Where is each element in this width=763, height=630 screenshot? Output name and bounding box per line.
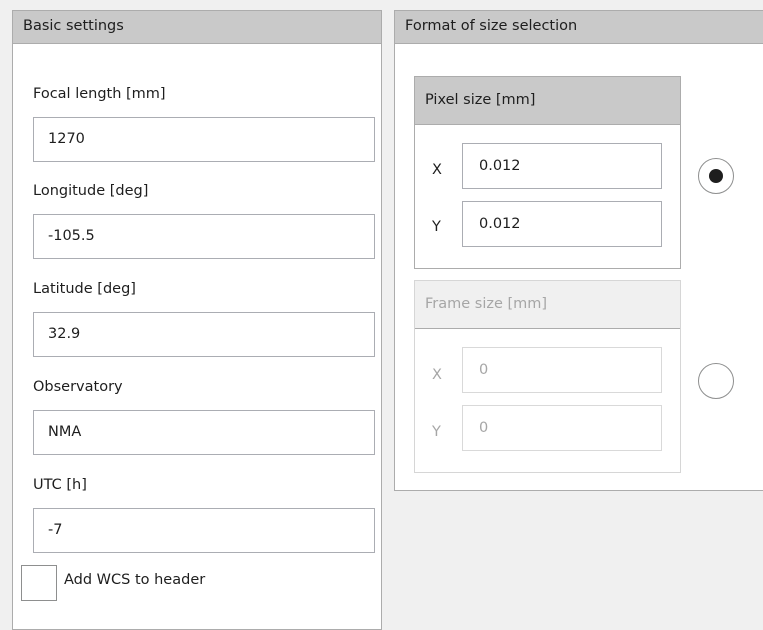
basic-settings-header: Basic settings (13, 11, 381, 44)
latitude-input[interactable]: 32.9 (33, 312, 375, 357)
pixel-size-x-input[interactable]: 0.012 (462, 143, 662, 189)
pixel-size-group: Pixel size [mm] X 0.012 Y 0.012 (414, 76, 681, 269)
basic-settings-group: Basic settings Focal length [mm] 1270 Lo… (12, 10, 382, 630)
format-of-size-selection-group: Format of size selection Pixel size [mm]… (394, 10, 763, 491)
pixel-size-x-label: X (432, 162, 442, 178)
observatory-input[interactable]: NMA (33, 410, 375, 455)
latitude-label: Latitude [deg] (33, 281, 136, 297)
pixel-size-radio[interactable] (698, 158, 734, 194)
pixel-size-y-label: Y (432, 219, 441, 235)
utc-label: UTC [h] (33, 477, 87, 493)
focal-length-input[interactable]: 1270 (33, 117, 375, 162)
utc-input[interactable]: -7 (33, 508, 375, 553)
longitude-input[interactable]: -105.5 (33, 214, 375, 259)
frame-size-x-label: X (432, 367, 442, 383)
frame-size-radio[interactable] (698, 363, 734, 399)
radio-selected-dot (709, 169, 723, 183)
add-wcs-label[interactable]: Add WCS to header (64, 572, 205, 588)
longitude-label: Longitude [deg] (33, 183, 149, 199)
frame-size-y-label: Y (432, 424, 441, 440)
observatory-label: Observatory (33, 379, 123, 395)
frame-size-y-input: 0 (462, 405, 662, 451)
pixel-size-header: Pixel size [mm] (415, 77, 680, 125)
add-wcs-checkbox[interactable] (21, 565, 57, 601)
frame-size-group: Frame size [mm] X 0 Y 0 (414, 280, 681, 473)
pixel-size-y-input[interactable]: 0.012 (462, 201, 662, 247)
frame-size-header: Frame size [mm] (415, 281, 680, 329)
focal-length-label: Focal length [mm] (33, 86, 166, 102)
format-of-size-selection-header: Format of size selection (395, 11, 763, 44)
frame-size-x-input: 0 (462, 347, 662, 393)
